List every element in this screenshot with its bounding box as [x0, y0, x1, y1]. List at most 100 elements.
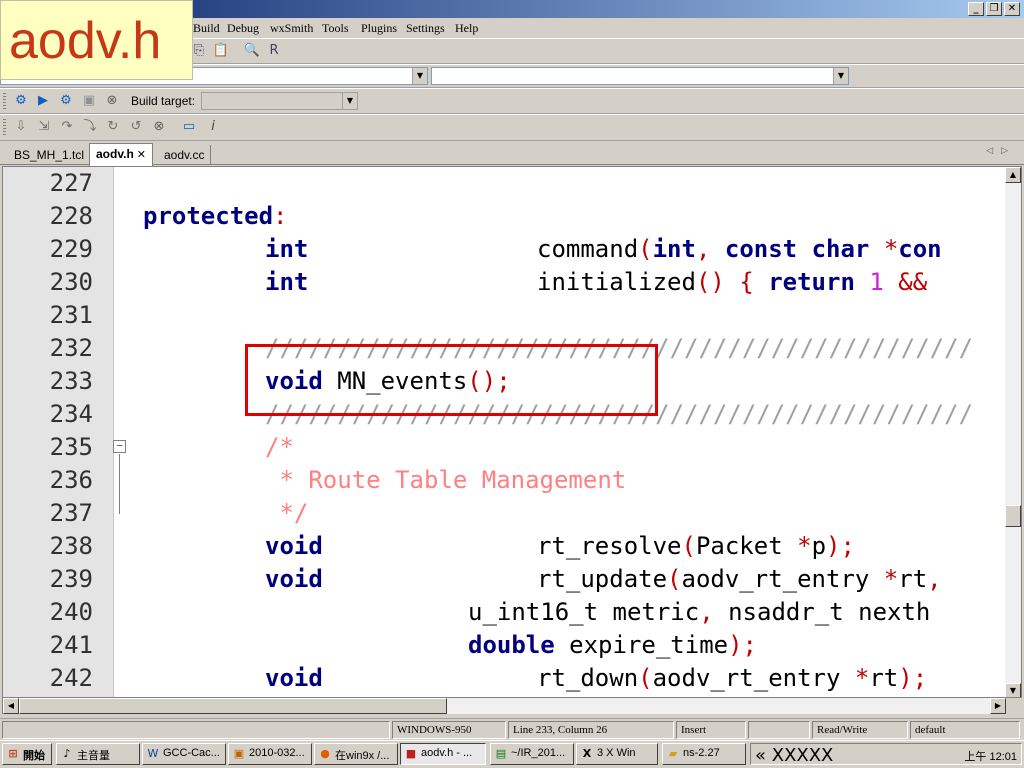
stop-debug-icon[interactable]: ⊗ — [150, 118, 168, 136]
keyword: protected — [143, 202, 274, 230]
keyword: double — [468, 631, 555, 659]
toolbar-grip[interactable] — [3, 93, 6, 109]
vertical-scrollbar[interactable]: ▲ ▼ — [1005, 167, 1021, 697]
taskbar: ⊞ 開始 ♪ 主音量 W GCC-Cac... ▣ 2010-032... ● 在win9… — [0, 740, 1024, 768]
line-number: 229 — [49, 235, 93, 263]
abort-icon[interactable]: ⊗ — [103, 92, 121, 110]
terminal-icon: ▤ — [495, 747, 507, 760]
replace-icon[interactable]: R — [265, 42, 283, 60]
minimize-button[interactable]: _ — [968, 2, 984, 16]
line-number: 235 — [49, 433, 93, 461]
operator: * — [797, 532, 812, 560]
operator: ); — [728, 631, 757, 659]
menu-debug[interactable]: Debug — [227, 21, 259, 36]
code-line: rt_update(aodv_rt_entry *rt, — [537, 563, 942, 596]
taskbar-item-active[interactable]: ■ aodv.h - ... — [400, 743, 486, 765]
find-icon[interactable]: 🔍 — [243, 42, 261, 60]
code-line: double expire_time); — [468, 629, 757, 662]
tab-bs-mh-1-tcl[interactable]: BS_MH_1.tcl — [8, 145, 92, 165]
build-icon[interactable]: ⚙ — [12, 92, 30, 110]
taskbar-item[interactable]: ● 在win9x /... — [314, 743, 398, 765]
scroll-right-icon[interactable]: ▶ — [990, 698, 1006, 714]
scroll-up-icon[interactable]: ▲ — [1005, 167, 1021, 183]
identifier: rt — [898, 565, 928, 593]
status-profile: default — [910, 721, 1020, 739]
taskbar-item[interactable]: W GCC-Cac... — [142, 743, 226, 765]
next-line-icon[interactable]: ↷ — [58, 118, 76, 136]
debug-icon[interactable]: ⇩ — [12, 118, 30, 136]
menu-tools[interactable]: Tools — [322, 21, 349, 36]
operator: ( — [638, 235, 653, 263]
start-label: 開始 — [23, 750, 45, 762]
presentation-icon: ▣ — [233, 747, 245, 760]
rebuild-icon[interactable]: ▣ — [80, 92, 98, 110]
close-window-button[interactable]: ✕ — [1004, 2, 1020, 16]
menu-wxsmith[interactable]: wxSmith — [270, 21, 313, 36]
identifier: rt_update — [537, 565, 668, 593]
clipboard-icon[interactable]: 📋 — [212, 42, 230, 60]
status-encoding: WINDOWS-950 — [392, 721, 506, 739]
vertical-scroll-thumb[interactable] — [1005, 505, 1021, 527]
code-editor[interactable]: − 227 228 229 230 231 232 233 234 235 23… — [2, 166, 1022, 698]
taskbar-item[interactable]: X 3 X Win — [576, 743, 658, 765]
keyword: int — [265, 268, 309, 296]
scroll-left-icon[interactable]: ◀ — [3, 698, 19, 714]
debug-toolbar: ⇩ ⇲ ↷ ⤵ ↻ ↺ ⊗ ▭ i — [0, 114, 1024, 141]
run-to-cursor-icon[interactable]: ⇲ — [35, 118, 53, 136]
taskbar-item[interactable]: ▰ ns-2.27 — [662, 743, 746, 765]
info-icon[interactable]: i — [204, 118, 222, 136]
chevron-down-icon: ▼ — [833, 68, 848, 84]
step-out-icon[interactable]: ↻ — [104, 118, 122, 136]
identifier: nsaddr_t nexth — [713, 598, 931, 626]
comment-line: */ — [265, 499, 309, 527]
taskbar-item[interactable]: ▣ 2010-032... — [228, 743, 312, 765]
taskbar-item[interactable]: ♪ 主音量 — [56, 743, 140, 765]
function-combo[interactable]: ▼ — [431, 67, 849, 85]
menu-plugins[interactable]: Plugins — [361, 21, 397, 36]
scroll-down-icon[interactable]: ▼ — [1005, 683, 1021, 697]
tab-scroll-arrows[interactable]: ◁▷ — [986, 146, 1016, 156]
window-controls: _ ❐ ✕ — [968, 2, 1020, 16]
build-run-icon[interactable]: ⚙ — [57, 92, 75, 110]
line-number: 238 — [49, 532, 93, 560]
windows-logo-icon: ⊞ — [8, 747, 18, 760]
operator: ); — [826, 532, 855, 560]
task-label: aodv.h - ... — [421, 747, 473, 759]
run-icon[interactable]: ▶ — [34, 92, 52, 110]
toolbar-grip[interactable] — [3, 119, 6, 135]
build-target-combo[interactable]: ▼ — [201, 92, 358, 110]
menu-help[interactable]: Help — [455, 21, 478, 36]
menu-build[interactable]: Build — [193, 21, 220, 36]
keyword: int — [652, 235, 696, 263]
horizontal-scroll-thumb[interactable] — [19, 698, 447, 714]
fold-toggle-icon[interactable]: − — [113, 440, 126, 453]
tab-aodv-h[interactable]: aodv.h ✕ — [89, 143, 153, 166]
restore-button[interactable]: ❐ — [986, 2, 1002, 16]
fold-margin — [113, 167, 127, 697]
start-button[interactable]: ⊞ 開始 — [2, 743, 52, 765]
tab-aodv-cc[interactable]: aodv.cc — [158, 145, 212, 165]
operator: , — [927, 565, 942, 593]
identifier: expire_time — [554, 631, 729, 659]
status-bar: WINDOWS-950 Line 233, Column 26 Insert R… — [0, 718, 1024, 740]
tab-label: aodv.h — [96, 147, 134, 161]
file-title-overlay: aodv.h — [0, 0, 193, 80]
horizontal-scrollbar[interactable]: ◀ ▶ — [2, 698, 1006, 714]
identifier: con — [898, 235, 942, 263]
close-icon[interactable]: ✕ — [137, 148, 146, 161]
code-line: void — [265, 530, 323, 563]
code-line: void — [265, 563, 323, 596]
operator: && — [898, 268, 928, 296]
next-instruction-icon[interactable]: ↺ — [127, 118, 145, 136]
identifier: p — [811, 532, 827, 560]
status-access: Read/Write — [812, 721, 908, 739]
debug-windows-icon[interactable]: ▭ — [180, 118, 198, 136]
menu-settings[interactable]: Settings — [406, 21, 445, 36]
taskbar-item[interactable]: ▤ ~/IR_201... — [490, 743, 574, 765]
comment-line: /* — [265, 433, 294, 461]
identifier: rt — [869, 664, 899, 692]
step-into-icon[interactable]: ⤵ — [81, 118, 99, 136]
task-label: 在win9x /... — [335, 750, 390, 762]
build-toolbar: ⚙ ▶ ⚙ ▣ ⊗ Build target: ▼ — [0, 88, 1024, 114]
tray-icons[interactable]: « XXXXX — [755, 745, 833, 766]
